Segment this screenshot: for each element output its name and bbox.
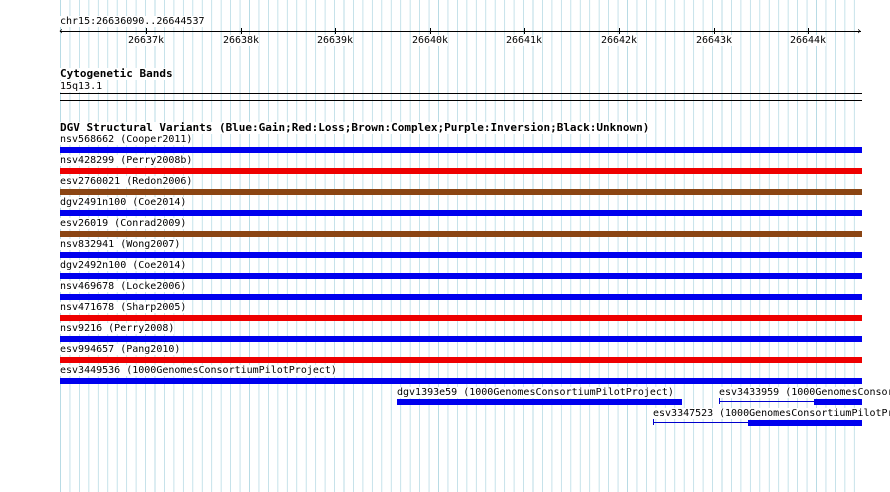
dgv-track-title[interactable]: DGV Structural Variants (Blue:Gain;Red:L… <box>60 122 650 134</box>
feature-label: dgv2491n100 (Coe2014) <box>60 197 187 208</box>
ruler-tick-label: 26639k <box>316 35 354 46</box>
ruler-tick <box>241 28 242 34</box>
feature-label: esv994657 (Pang2010) <box>60 344 181 355</box>
feature-label: nsv469678 (Locke2006) <box>60 281 187 292</box>
feature-label: esv3433959 (1000GenomesConsortiumPilotPr… <box>719 387 890 398</box>
feature-bar[interactable] <box>60 294 862 300</box>
cytoband-label: 15q13.1 <box>60 81 103 92</box>
location-label: chr15:26636090..26644537 <box>60 16 205 27</box>
ruler-right-arrow-icon: › <box>856 26 863 37</box>
feature-label: esv3347523 <box>653 408 714 419</box>
genome-browser-view: chr15:26636090..26644537 ‹ › 26637k 26638… <box>0 0 890 492</box>
feature-label-continued: (1000GenomesConsortiumPilotProject) <box>719 408 890 419</box>
feature-label: nsv471678 (Sharp2005) <box>60 302 187 313</box>
ruler-tick-label: 26643k <box>695 35 733 46</box>
ruler-tick <box>146 28 147 34</box>
ruler-tick-label: 26640k <box>411 35 449 46</box>
ruler-tick <box>524 28 525 34</box>
cytoband-track-title[interactable]: Cytogenetic Bands <box>60 68 173 80</box>
feature-bar[interactable] <box>60 252 862 258</box>
ruler-axis <box>60 31 861 32</box>
feature-label: nsv568662 (Cooper2011) <box>60 134 193 145</box>
ruler-tick-label: 26638k <box>222 35 260 46</box>
ruler-tick-label: 26642k <box>600 35 638 46</box>
feature-bar[interactable] <box>60 273 862 279</box>
feature-label: esv26019 (Conrad2009) <box>60 218 187 229</box>
ruler-left-arrow-icon: ‹ <box>58 26 65 37</box>
feature-bar[interactable] <box>60 168 862 174</box>
cytoband-bar-bottom <box>60 100 862 101</box>
feature-bar[interactable] <box>60 357 862 363</box>
ruler-tick <box>714 28 715 34</box>
feature-label: esv3449536 (1000GenomesConsortiumPilotPr… <box>60 365 337 376</box>
feature-bar[interactable] <box>397 399 682 405</box>
feature-end-cap <box>719 398 720 404</box>
feature-label: nsv9216 (Perry2008) <box>60 323 175 334</box>
cytoband-bar-top <box>60 93 862 94</box>
ruler-tick-label: 26641k <box>505 35 543 46</box>
ruler-tick-label: 26637k <box>127 35 165 46</box>
ruler-tick <box>335 28 336 34</box>
feature-label: dgv1393e59 (1000GenomesConsortiumPilotPr… <box>397 387 674 398</box>
feature-label: nsv428299 (Perry2008b) <box>60 155 193 166</box>
feature-end-cap <box>653 419 654 425</box>
ruler-tick <box>430 28 431 34</box>
feature-bar[interactable] <box>60 315 862 321</box>
feature-bar-segment[interactable] <box>748 420 862 426</box>
ruler-tick <box>808 28 809 34</box>
feature-bar[interactable] <box>60 336 862 342</box>
feature-bar[interactable] <box>60 210 862 216</box>
ruler-tick-label: 26644k <box>789 35 827 46</box>
feature-label: esv2760021 (Redon2006) <box>60 176 193 187</box>
feature-bar[interactable] <box>60 231 862 237</box>
feature-bar-segment[interactable] <box>814 399 862 405</box>
ruler-tick <box>619 28 620 34</box>
feature-label: dgv2492n100 (Coe2014) <box>60 260 187 271</box>
feature-label: nsv832941 (Wong2007) <box>60 239 181 250</box>
feature-bar[interactable] <box>60 189 862 195</box>
feature-bar[interactable] <box>60 378 862 384</box>
feature-bar[interactable] <box>60 147 862 153</box>
